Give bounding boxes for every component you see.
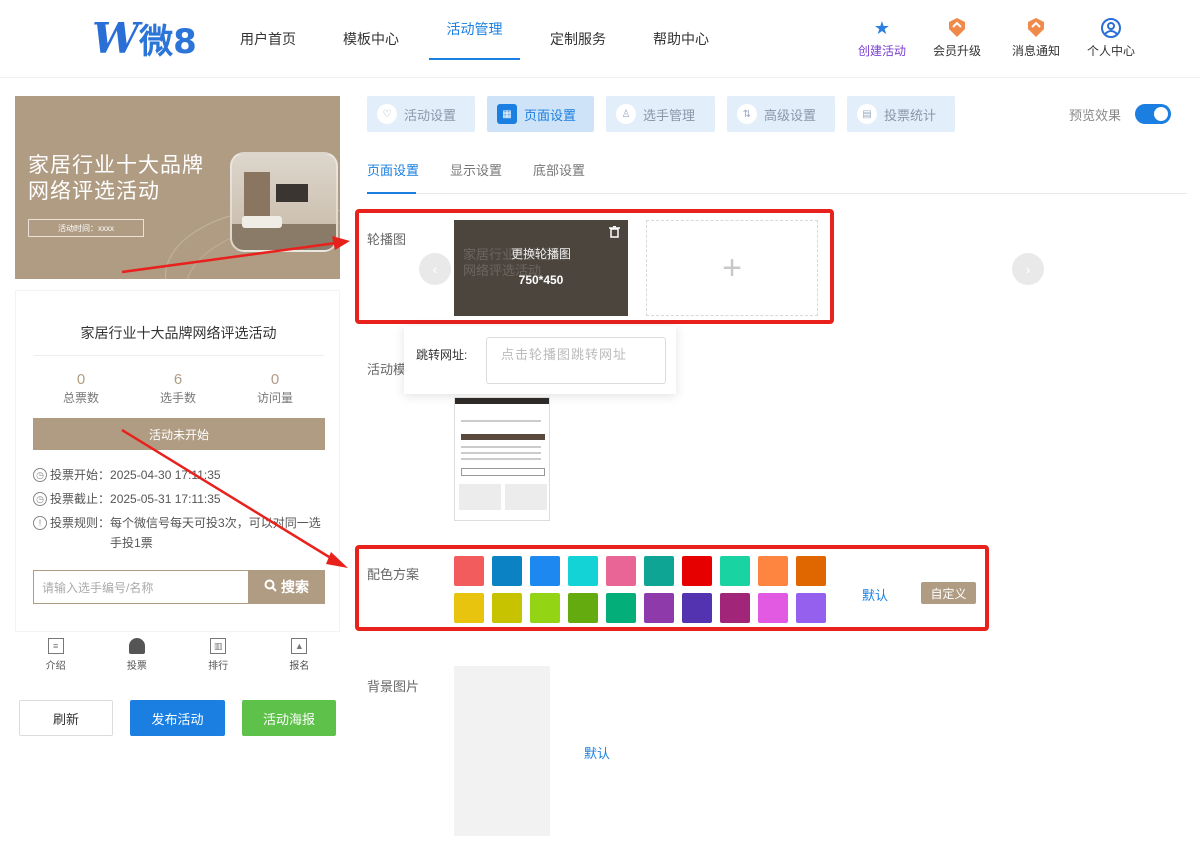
preview-tabbar: ≡ 介绍 投票 ▥ 排行 ▲ 报名 [15, 633, 340, 677]
vote-rule-info: ! 投票规则： 每个微信号每天可投3次，可以对同一选手投1票 [33, 513, 328, 553]
bar-chart-icon: ▥ [210, 638, 227, 654]
jump-url-label: 跳转网址: [416, 348, 468, 362]
clock-icon: ◷ [33, 468, 47, 482]
nav-help-center[interactable]: 帮助中心 [651, 0, 711, 78]
heart-icon: ♡ [377, 104, 397, 124]
jump-url-input[interactable]: 点击轮播图跳转网址 [486, 337, 666, 384]
document-icon: ≡ [47, 638, 64, 654]
signup-icon: ▲ [291, 638, 308, 654]
preview-info-card: 家居行业十大品牌网络评选活动 0 总票数 6 选手数 0 访问量 活动未开始 ◷… [15, 290, 340, 632]
subtab-display-settings[interactable]: 显示设置 [450, 160, 502, 179]
tabbar-vote[interactable]: 投票 [96, 633, 177, 677]
preview-effect-label: 预览效果 [1069, 108, 1122, 123]
crown-badge-icon [945, 16, 969, 40]
stat-total-votes: 0 总票数 [62, 371, 99, 405]
message-notify-button[interactable]: 消息通知 [1006, 16, 1066, 59]
template-label: 活动模 [367, 362, 407, 377]
vote-start-info: ◷ 投票开始： 2025-04-30 17:11:35 [33, 465, 328, 485]
tabbar-rank[interactable]: ▥ 排行 [178, 633, 259, 677]
subtab-footer-settings[interactable]: 底部设置 [533, 160, 585, 179]
publish-activity-button[interactable]: 发布活动 [130, 700, 225, 736]
tabbar-intro[interactable]: ≡ 介绍 [15, 633, 96, 677]
user-icon: ♙ [616, 104, 636, 124]
card-title: 家居行业十大品牌网络评选活动 [80, 325, 277, 341]
banner-time: 活动时间：xxxx [28, 219, 144, 237]
nav-activity-manage[interactable]: 活动管理 [429, 0, 520, 60]
carousel-next-icon[interactable]: › [1012, 253, 1044, 285]
nav-user-home[interactable]: 用户首页 [238, 0, 298, 78]
clock-icon: ◷ [33, 492, 47, 506]
page-icon: ▦ [497, 104, 517, 124]
subtab-page-settings[interactable]: 页面设置 [367, 160, 419, 179]
star-icon: ★ [873, 17, 891, 38]
banner-room-image [230, 152, 338, 252]
stat-visits: 0 访问量 [256, 371, 293, 405]
tabbar-signup[interactable]: ▲ 报名 [259, 633, 340, 677]
stat-players: 6 选手数 [159, 371, 196, 405]
template-thumbnail[interactable] [454, 397, 550, 521]
background-default-button[interactable]: 默认 [584, 743, 610, 762]
activity-poster-button[interactable]: 活动海报 [242, 700, 336, 736]
search-button[interactable]: 搜索 [248, 570, 325, 604]
nav-template-center[interactable]: 模板中心 [340, 0, 402, 78]
tab-player-manage[interactable]: ♙ 选手管理 [606, 96, 715, 132]
tab-activity-settings[interactable]: ♡ 活动设置 [367, 96, 475, 132]
tab-page-settings[interactable]: ▦ 页面设置 [487, 96, 594, 132]
member-upgrade-button[interactable]: 会员升级 [927, 16, 987, 59]
highlight-carousel-box [355, 209, 834, 324]
preview-effect-toggle[interactable] [1135, 104, 1171, 124]
tab-advanced-settings[interactable]: ⇅ 高级设置 [727, 96, 835, 132]
stats-icon: ▤ [857, 104, 877, 124]
preview-banner: 家居行业十大品牌网络评选活动 活动时间：xxxx [15, 96, 340, 279]
vote-end-info: ◷ 投票截止： 2025-05-31 17:11:35 [33, 489, 328, 509]
person-icon [128, 638, 145, 654]
highlight-color-box [355, 545, 989, 631]
refresh-button[interactable]: 刷新 [19, 700, 113, 736]
tab-vote-stats[interactable]: ▤ 投票统计 [847, 96, 955, 132]
personal-center-button[interactable]: 个人中心 [1081, 16, 1141, 59]
jump-url-popover: 跳转网址: 点击轮播图跳转网址 [404, 326, 676, 394]
info-icon: ! [33, 516, 47, 530]
sliders-icon: ⇅ [737, 104, 757, 124]
search-icon [264, 579, 277, 595]
user-circle-icon [1099, 16, 1123, 40]
nav-custom-service[interactable]: 定制服务 [548, 0, 608, 78]
player-search-input[interactable]: 请输入选手编号/名称 [33, 570, 249, 604]
background-image-label: 背景图片 [367, 679, 420, 694]
top-header: W 微8 用户首页 模板中心 活动管理 定制服务 帮助中心 ★ 创建活动 会员升… [0, 0, 1200, 78]
create-activity-button[interactable]: ★ 创建活动 [852, 16, 912, 59]
bell-badge-icon [1024, 16, 1048, 40]
banner-title: 家居行业十大品牌网络评选活动 [28, 153, 204, 203]
activity-status-button[interactable]: 活动未开始 [33, 418, 325, 450]
background-image-placeholder[interactable] [454, 666, 550, 836]
logo[interactable]: W 微8 [92, 14, 197, 63]
